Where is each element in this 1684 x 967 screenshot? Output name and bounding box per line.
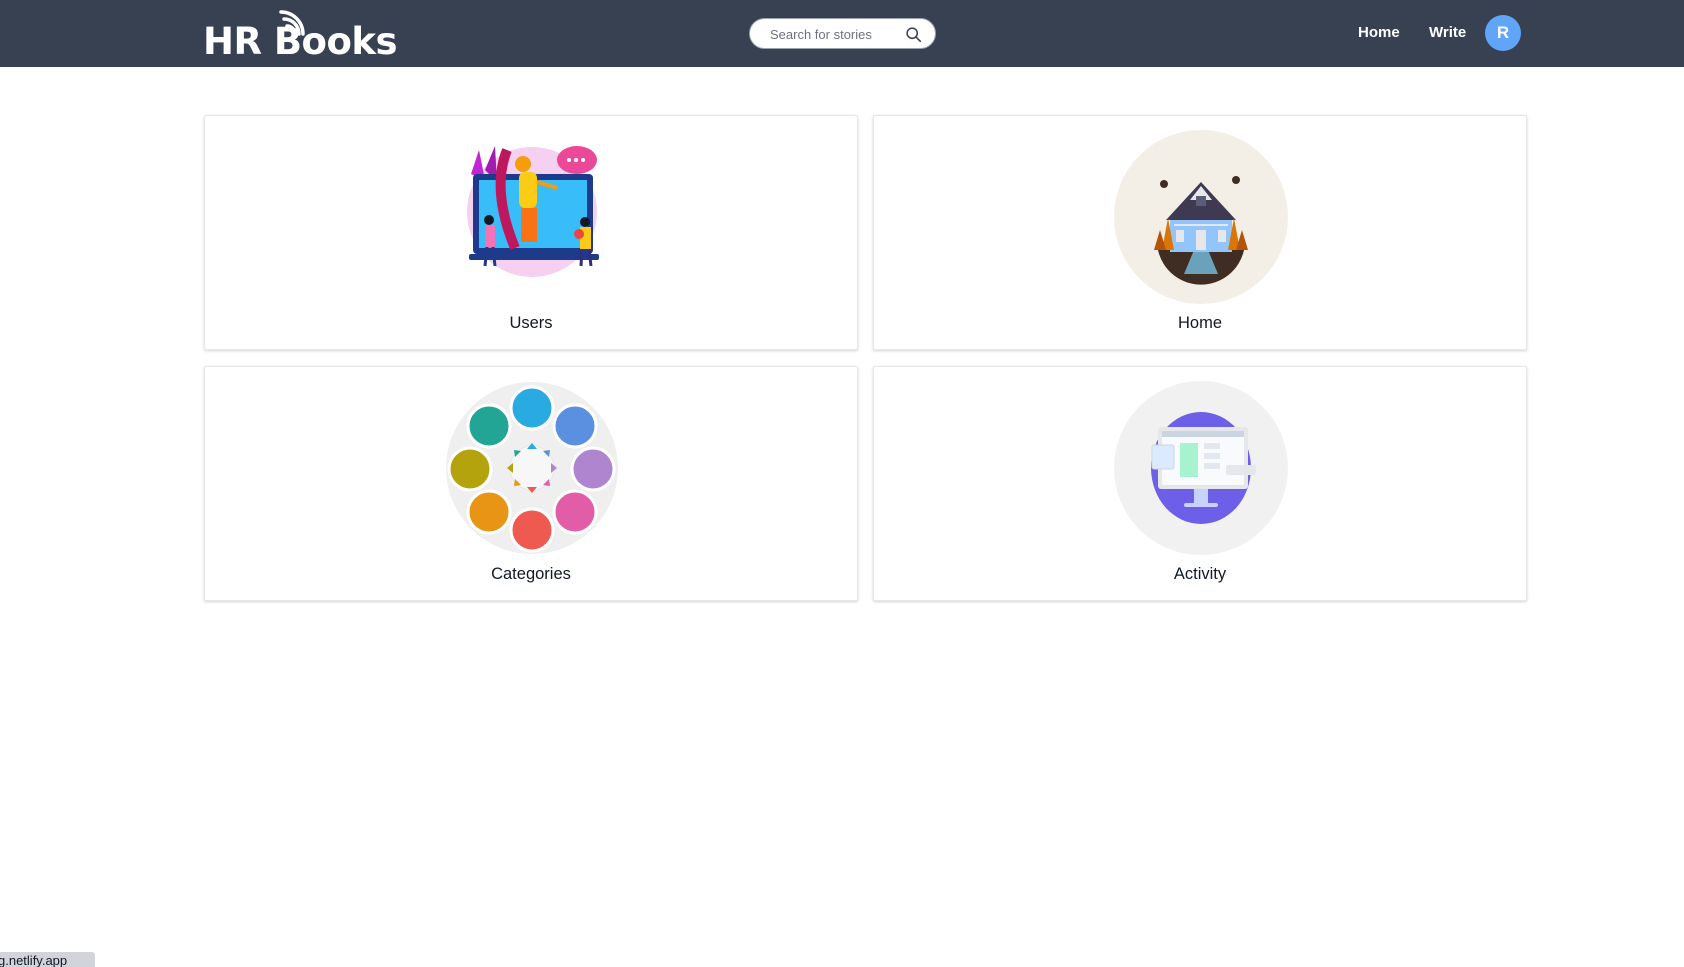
categories-wheel-icon — [446, 382, 618, 554]
card-label: Categories — [491, 565, 571, 583]
card-label: Users — [509, 314, 553, 332]
nav-write-link[interactable]: Write — [1429, 22, 1466, 44]
house-illustration-icon — [1114, 130, 1288, 304]
netlify-badge[interactable]: g.netlify.app — [0, 952, 95, 967]
users-illustration-icon — [467, 146, 599, 277]
card-users[interactable]: Users — [204, 115, 858, 350]
card-home[interactable]: Home — [873, 115, 1527, 350]
card-activity[interactable]: Activity — [873, 366, 1527, 601]
card-label: Activity — [1173, 565, 1227, 583]
card-label: Home — [1177, 314, 1222, 332]
nav-home-link[interactable]: Home — [1358, 22, 1400, 44]
netlify-badge-text: g.netlify.app — [0, 953, 68, 967]
search-input[interactable] — [770, 24, 900, 44]
wifi-icon — [279, 10, 305, 36]
search-box — [749, 18, 936, 49]
search-icon[interactable] — [905, 26, 922, 43]
activity-monitor-icon — [1114, 381, 1288, 555]
avatar[interactable]: R — [1485, 15, 1521, 51]
top-navbar: HR Books Home Write R — [0, 0, 1684, 67]
card-categories[interactable]: Categories — [204, 366, 858, 601]
